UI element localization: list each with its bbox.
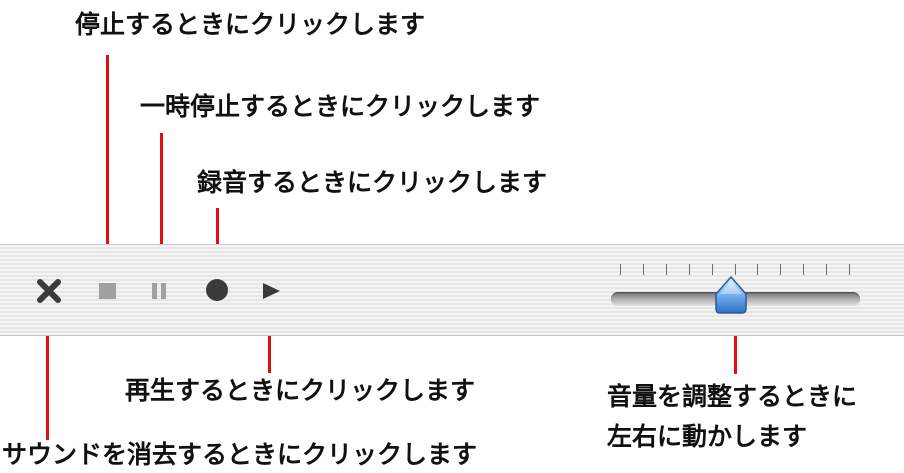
delete-button[interactable]: [34, 276, 64, 306]
stop-leader-line: [106, 55, 109, 275]
play-callout-text: 再生するときにクリックします: [125, 376, 476, 405]
volume-tick: [689, 264, 690, 275]
volume-tick: [757, 264, 758, 275]
volume-scale-ticks: [620, 264, 850, 276]
stop-button[interactable]: [96, 280, 120, 302]
record-button[interactable]: [202, 275, 232, 305]
volume-tick: [620, 264, 621, 275]
volume-callout-text-line1: 音量を調整するときに: [607, 382, 858, 411]
pause-button[interactable]: [148, 280, 172, 302]
play-button[interactable]: [258, 278, 284, 304]
record-callout-text: 録音するときにクリックします: [197, 168, 548, 197]
volume-thumb-icon: [715, 275, 747, 314]
volume-tick: [643, 264, 644, 275]
delete-callout-text: サウンドを消去するときにクリックします: [2, 440, 478, 469]
pause-icon: [152, 283, 166, 299]
volume-tick: [666, 264, 667, 275]
volume-callout-text-line2: 左右に動かします: [607, 422, 808, 451]
pause-callout-text: 一時停止するときにクリックします: [140, 92, 541, 121]
sound-toolbar: [0, 244, 904, 336]
delete-icon: [37, 279, 61, 303]
volume-tick: [826, 264, 827, 275]
volume-tick: [803, 264, 804, 275]
volume-slider-thumb[interactable]: [714, 275, 748, 318]
volume-tick: [712, 264, 713, 275]
play-icon: [263, 283, 280, 299]
volume-tick: [780, 264, 781, 275]
stop-icon: [99, 283, 116, 299]
record-icon: [206, 279, 228, 301]
stop-callout-text: 停止するときにクリックします: [75, 10, 426, 39]
volume-tick: [849, 264, 850, 275]
volume-tick: [735, 264, 736, 275]
